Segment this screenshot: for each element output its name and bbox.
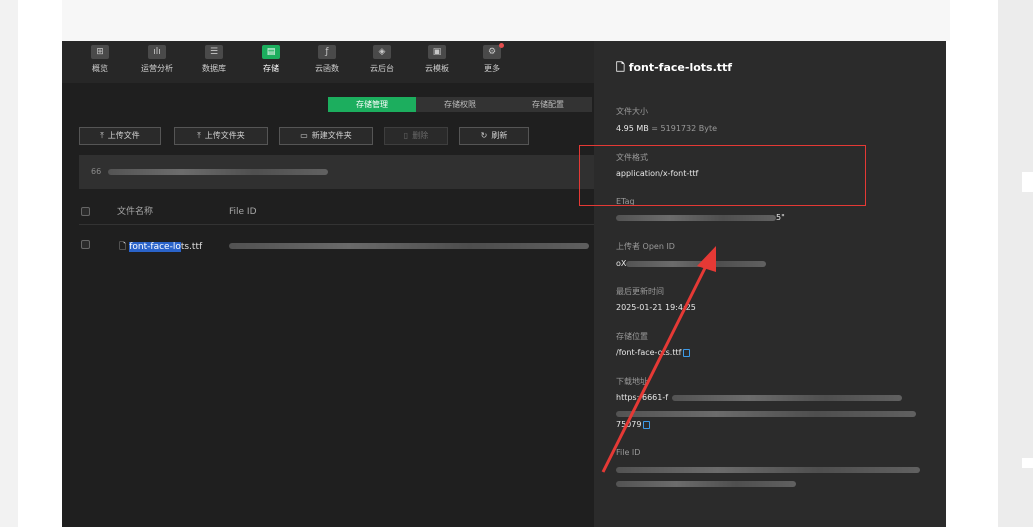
annotation-arrow <box>601 246 716 473</box>
page: { "toolbar": { "items": [ {"label": "概览"… <box>0 0 1033 527</box>
